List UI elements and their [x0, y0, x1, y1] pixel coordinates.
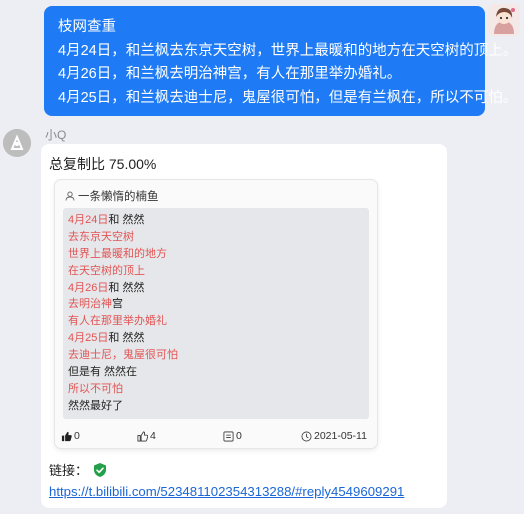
original-text: 和 然然 [108, 332, 145, 345]
original-text: 和 然然 [108, 281, 145, 294]
comment-line: 去明治神宫 [68, 296, 364, 313]
duplicated-text: 世界上最暖和的地方 [68, 247, 167, 260]
duplicated-text: 去明治神 [68, 298, 112, 311]
bot-avatar[interactable] [3, 129, 31, 157]
post-date: 2021-05-11 [314, 430, 367, 442]
card-author: 一条懒惰的楠鱼 [65, 188, 159, 204]
like-count: 4 [150, 430, 156, 442]
original-text: 但是有 然然在 [68, 366, 138, 379]
user-icon [65, 191, 75, 201]
shield-check-icon [92, 462, 108, 478]
message-line: 枝网查重 [58, 19, 116, 35]
message-line: 4月24日，和兰枫去东京天空树，世界上最暖和的地方在天空树的顶上。 [58, 42, 518, 59]
comment-line: 所以不可怕 [68, 381, 364, 398]
author-name: 一条懒惰的楠鱼 [78, 191, 159, 203]
date-stat: 2021-05-11 [301, 430, 367, 442]
link-label: 链接： [49, 463, 89, 478]
duplicated-text: 4月24日 [68, 214, 109, 226]
duplicated-text: 去迪士尼，鬼屋很可怕 [68, 349, 178, 362]
reply-stat[interactable]: 0 [223, 430, 242, 442]
comment-line: 去东京天空树 [68, 229, 364, 246]
original-text: 然然最好了 [68, 399, 123, 412]
duplicated-text: 在天空树的顶上 [68, 264, 145, 277]
comment-line: 4月25日和 然然 [68, 330, 364, 347]
card-footer: 0 4 0 2021-05-11 [55, 428, 377, 446]
sender-name: 小Q [45, 128, 67, 142]
comment-line: 去迪士尼，鬼屋很可怕 [68, 347, 364, 364]
duplicated-text: 有人在那里举办婚礼 [68, 315, 167, 328]
incoming-message-bubble[interactable]: 总复制比 75.00% 一条懒惰的楠鱼 4月24日和 然然 去东京天空树 世界上最暖… [41, 144, 447, 508]
thumbs-up-icon [137, 431, 148, 442]
thumbs-up-filled-icon [61, 431, 72, 442]
original-text: 和 然然 [108, 214, 145, 226]
comment-icon [223, 431, 234, 442]
like-top-count: 0 [74, 430, 80, 442]
outgoing-message-bubble[interactable]: 枝网查重 4月24日，和兰枫去东京天空树，世界上最暖和的地方在天空树的顶上。 4… [44, 6, 518, 116]
comment-line: 4月26日和 然然 [68, 280, 364, 297]
message-line: 4月26日，和兰枫去明治神宫，有人在那里举办婚礼。 [58, 66, 402, 82]
like-stat[interactable]: 4 [137, 430, 156, 442]
clock-icon [301, 431, 312, 442]
reply-card[interactable]: 一条懒惰的楠鱼 4月24日和 然然 去东京天空树 世界上最暖和的地方 在天空树的顶上 4… [55, 180, 377, 448]
duplicated-text: 去东京天空树 [68, 230, 134, 243]
duplicated-text: 所以不可怕 [68, 382, 123, 395]
comment-line: 但是有 然然在 [68, 364, 364, 381]
comment-line: 世界上最暖和的地方 [68, 246, 364, 263]
my-avatar[interactable] [488, 4, 520, 36]
reply-link[interactable]: https://t.bilibili.com/52348110235431328… [49, 484, 404, 499]
comment-line: 在天空树的顶上 [68, 263, 364, 280]
duplicated-text: 4月26日 [68, 281, 109, 294]
reply-count: 0 [236, 430, 242, 442]
original-text: 宫 [112, 298, 123, 311]
comment-line: 有人在那里举办婚礼 [68, 313, 364, 330]
message-line: 4月25日，和兰枫去迪士尼，鬼屋很可怕，但是有兰枫在，所以不可怕。 [58, 89, 518, 106]
comment-line: 4月24日和 然然 [68, 212, 364, 229]
duplicated-text: 4月25日 [68, 332, 109, 345]
link-label-row: 链接： [49, 460, 108, 479]
comment-line: 然然最好了 [68, 398, 364, 415]
like-top-stat[interactable]: 0 [61, 430, 80, 442]
copy-ratio-text: 总复制比 75.00% [49, 156, 157, 172]
comment-content: 4月24日和 然然 去东京天空树 世界上最暖和的地方 在天空树的顶上 4月26日和 然然… [63, 208, 369, 419]
